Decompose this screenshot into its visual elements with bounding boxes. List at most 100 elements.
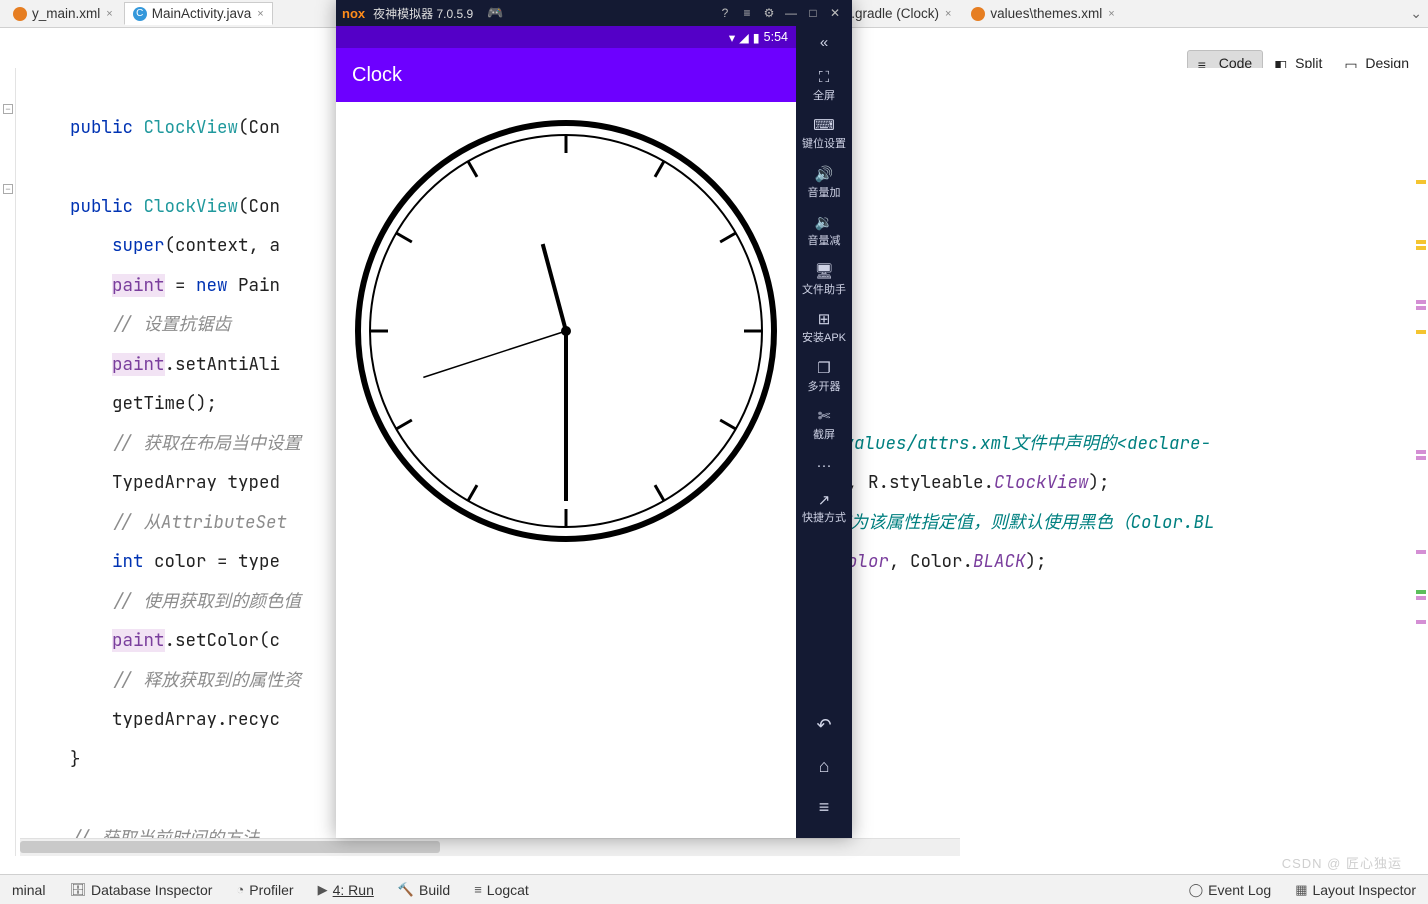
side-shortcut[interactable]: ↗快捷方式 [801, 486, 847, 535]
help-icon[interactable]: ? [714, 6, 736, 20]
side-label: 快捷方式 [802, 512, 846, 524]
side-volume-up[interactable]: 🔊音量加 [801, 160, 847, 209]
comment: // 从AttributeSet [112, 511, 287, 534]
xml-file-icon [971, 7, 985, 21]
code-text: ); [1089, 471, 1110, 494]
fold-toggle[interactable]: − [3, 104, 13, 114]
log-icon: ≡ [474, 882, 482, 897]
minimize-icon[interactable]: — [780, 6, 802, 20]
side-collapse[interactable]: « [801, 28, 847, 63]
stripe-mark[interactable] [1416, 596, 1426, 600]
tool-label: minal [12, 882, 45, 898]
side-label: 全屏 [813, 90, 835, 102]
field: paint [112, 353, 165, 376]
side-more[interactable]: ··· [801, 451, 847, 486]
maximize-icon[interactable]: □ [802, 6, 824, 20]
side-file-helper[interactable]: 🖥文件助手 [801, 257, 847, 306]
stripe-mark[interactable] [1416, 550, 1426, 554]
fullscreen-icon: ⛶ [801, 69, 847, 88]
tab-main-xml[interactable]: y_main.xml × [4, 2, 122, 25]
side-volume-down[interactable]: 🔉 音量减 [801, 208, 847, 257]
side-label: 音量减 [808, 235, 841, 247]
xml-file-icon [13, 7, 27, 21]
profiler-icon: ◔ [236, 882, 244, 897]
close-icon[interactable]: × [945, 8, 951, 20]
chevron-down-icon[interactable]: ⌄ [1410, 5, 1422, 22]
keyword: new [196, 274, 228, 297]
fold-toggle[interactable]: − [3, 184, 13, 194]
play-icon: ▶ [318, 882, 328, 898]
android-recents-button[interactable]: ≡ [819, 787, 830, 828]
android-status-bar: ▾ ◢ ▮ 5:54 [336, 26, 796, 48]
side-label: 截屏 [813, 429, 835, 441]
stripe-mark[interactable] [1416, 180, 1426, 184]
horizontal-scrollbar[interactable] [20, 838, 960, 856]
code-text: } [70, 748, 81, 771]
settings-icon[interactable]: ⚙ [758, 6, 780, 20]
tool-run[interactable]: ▶ 4: Run [306, 882, 386, 898]
code-text: TypedArray typed [112, 471, 280, 494]
tab-themes-xml[interactable]: values\themes.xml × [962, 2, 1123, 25]
code-text: typedArray.recyc [112, 708, 280, 731]
emulator-title-bar[interactable]: nox 夜神模拟器 7.0.5.9 🎮 ? ≡ ⚙ — □ ✕ [336, 0, 852, 26]
close-icon[interactable]: × [106, 8, 112, 20]
scissors-icon: ✄ [801, 408, 847, 427]
close-icon[interactable]: × [257, 8, 263, 20]
keyboard-icon: ⌨ [801, 117, 847, 136]
side-keymap[interactable]: ⌨键位设置 [801, 111, 847, 160]
editor-gutter[interactable]: − − [0, 68, 16, 856]
balloon-icon: ◯ [1189, 882, 1204, 898]
side-screenshot[interactable]: ✄ 截屏 [801, 402, 847, 451]
menu-icon[interactable]: ≡ [736, 6, 758, 20]
status-time: 5:54 [764, 30, 788, 44]
tool-database-inspector[interactable]: 🗄 Database Inspector [57, 882, 224, 898]
stripe-mark[interactable] [1416, 240, 1426, 244]
clock-view [336, 102, 796, 838]
type: ClockView [144, 195, 239, 218]
stripe-mark[interactable] [1416, 300, 1426, 304]
stripe-mark[interactable] [1416, 590, 1426, 594]
side-install-apk[interactable]: ⊞安装APK [801, 305, 847, 354]
emulator-window: nox 夜神模拟器 7.0.5.9 🎮 ? ≡ ⚙ — □ ✕ ▾ ◢ ▮ 5:… [336, 0, 852, 838]
stripe-mark[interactable] [1416, 246, 1426, 250]
code-text: color = type [144, 550, 281, 573]
side-fullscreen[interactable]: ⛶ 全屏 [801, 63, 847, 112]
close-icon[interactable]: ✕ [824, 6, 846, 20]
chevron-left-icon: « [801, 34, 847, 53]
tool-profiler[interactable]: ◔ Profiler [224, 882, 305, 898]
code-text: (Con [238, 195, 280, 218]
comment: // 获取在布局当中设置 [112, 432, 301, 455]
emulator-sidebar: « ⛶全屏 ⌨键位设置 🔊音量加 🔉音量减 🖥文件助手 ⊞安装APK ❐多开器 … [796, 26, 852, 838]
nox-logo: nox [342, 6, 365, 21]
stripe-mark[interactable] [1416, 450, 1426, 454]
styleable-ref: ClockView [994, 471, 1089, 494]
gamepad-icon[interactable]: 🎮 [487, 5, 503, 21]
scrollbar-thumb[interactable] [20, 841, 440, 853]
stripe-mark[interactable] [1416, 306, 1426, 310]
comment: // 使用获取到的颜色值 [112, 590, 301, 613]
close-icon[interactable]: × [1108, 8, 1114, 20]
tool-label: Event Log [1208, 882, 1271, 898]
tool-logcat[interactable]: ≡ Logcat [462, 882, 541, 898]
const: BLACK [973, 550, 1026, 573]
tab-label: y_main.xml [32, 6, 100, 21]
stripe-mark[interactable] [1416, 456, 1426, 460]
tool-event-log[interactable]: ◯ Event Log [1177, 882, 1284, 898]
tab-label: MainActivity.java [152, 6, 252, 21]
tool-build[interactable]: 🔨 Build [386, 882, 462, 898]
volume-down-icon: 🔉 [801, 214, 847, 233]
android-home-button[interactable]: ⌂ [819, 746, 830, 787]
tool-terminal[interactable]: minal [0, 882, 57, 898]
app-title: Clock [352, 64, 402, 87]
tool-layout-inspector[interactable]: ▦ Layout Inspector [1283, 882, 1428, 898]
code-text: (Con [238, 116, 280, 139]
tab-mainactivity-java[interactable]: C MainActivity.java × [124, 2, 273, 25]
side-multi-instance[interactable]: ❐多开器 [801, 354, 847, 403]
stripe-mark[interactable] [1416, 620, 1426, 624]
keyword: public [70, 195, 133, 218]
database-icon: 🗄 [69, 882, 86, 898]
error-stripe[interactable] [1414, 120, 1426, 844]
stripe-mark[interactable] [1416, 330, 1426, 334]
android-back-button[interactable]: ↶ [816, 705, 831, 746]
emulator-screen[interactable]: ▾ ◢ ▮ 5:54 Clock [336, 26, 796, 838]
